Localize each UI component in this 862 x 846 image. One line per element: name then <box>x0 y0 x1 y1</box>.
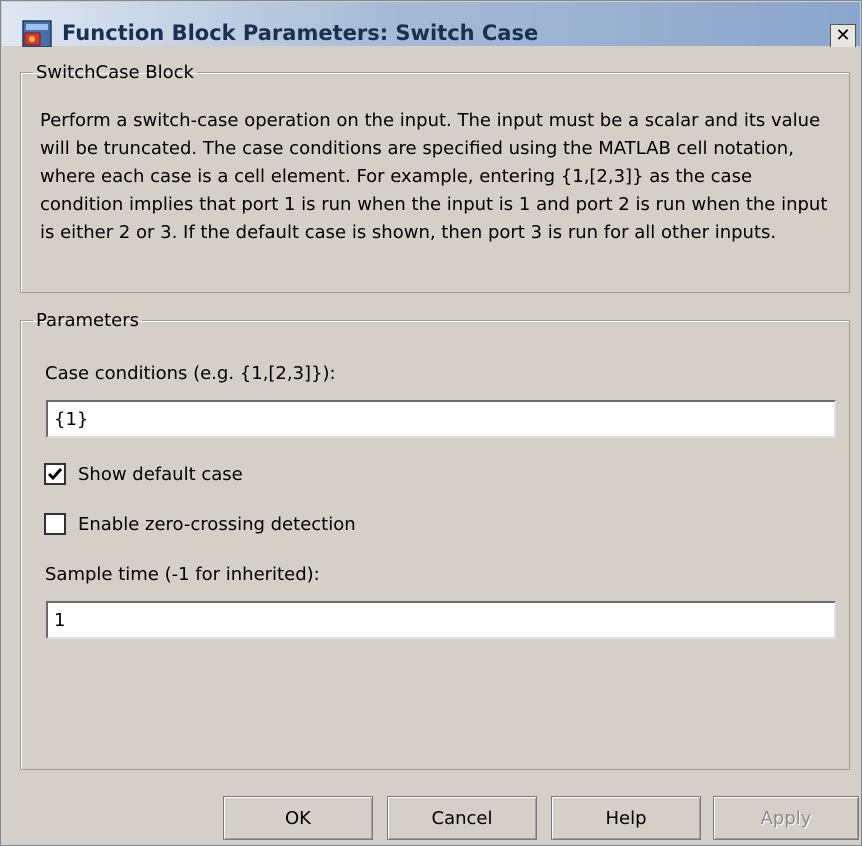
ok-button[interactable]: OK <box>223 796 373 840</box>
checkmark-icon <box>47 468 63 481</box>
zero-crossing-checkbox[interactable] <box>44 513 66 535</box>
sample-time-input[interactable] <box>46 601 836 639</box>
apply-button: Apply <box>713 796 859 840</box>
close-icon: ✕ <box>835 25 851 46</box>
cancel-button[interactable]: Cancel <box>387 796 537 840</box>
parameters-legend: Parameters <box>36 310 140 331</box>
cancel-button-label: Cancel <box>431 807 493 829</box>
case-conditions-input[interactable] <box>46 400 836 438</box>
help-button[interactable]: Help <box>551 796 701 840</box>
show-default-case-label: Show default case <box>78 463 243 485</box>
window-title: Function Block Parameters: Switch Case <box>62 21 539 45</box>
title-bar[interactable]: Function Block Parameters: Switch Case ✕ <box>2 2 860 48</box>
switchcase-block-legend: SwitchCase Block <box>36 62 194 83</box>
ok-button-label: OK <box>285 807 311 829</box>
apply-button-label: Apply <box>760 807 812 829</box>
dialog-body: SwitchCase Block Perform a switch-case o… <box>2 47 860 845</box>
block-description: Perform a switch-case operation on the i… <box>40 110 828 243</box>
zero-crossing-row[interactable]: Enable zero-crossing detection <box>44 513 356 535</box>
simulink-block-icon <box>22 20 52 48</box>
zero-crossing-label: Enable zero-crossing detection <box>78 513 356 535</box>
help-button-label: Help <box>605 807 647 829</box>
dialog-window: Function Block Parameters: Switch Case ✕… <box>0 0 862 846</box>
show-default-case-checkbox[interactable] <box>44 463 66 485</box>
close-button[interactable]: ✕ <box>830 24 856 48</box>
show-default-case-row[interactable]: Show default case <box>44 463 243 485</box>
case-conditions-label: Case conditions (e.g. {1,[2,3]}): <box>45 363 336 384</box>
sample-time-label: Sample time (-1 for inherited): <box>45 564 320 585</box>
